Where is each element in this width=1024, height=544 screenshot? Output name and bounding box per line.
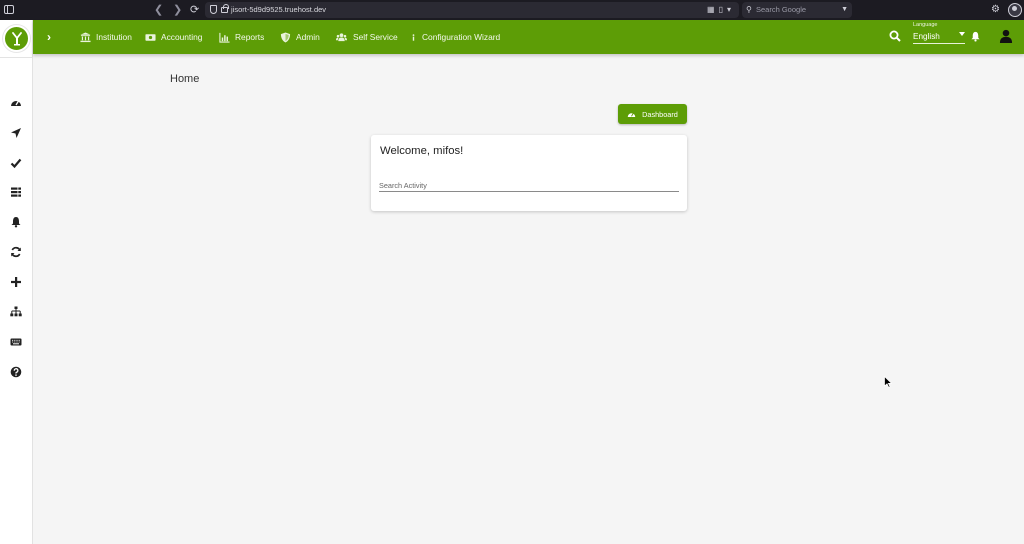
nav-label: Institution	[96, 32, 132, 42]
address-bar[interactable]: jisort-5d9d9525.truehost.dev ▦▯▾	[205, 2, 739, 18]
page-title: Home	[170, 73, 200, 85]
language-value: English	[913, 32, 940, 41]
back-icon[interactable]: ❮	[154, 3, 163, 17]
url-text[interactable]: jisort-5d9d9525.truehost.dev	[231, 4, 326, 16]
bell-icon[interactable]	[8, 214, 24, 230]
extensions-icon[interactable]: ⚙	[991, 4, 1000, 16]
app-sidebar	[0, 20, 33, 544]
caret-down-icon	[959, 32, 965, 36]
nav-label: Configuration Wizard	[422, 32, 501, 42]
qr-bookmark-icons[interactable]: ▦▯▾	[707, 4, 735, 16]
list-icon[interactable]	[8, 184, 24, 200]
tree-icon	[12, 32, 22, 46]
welcome-heading: Welcome, mifos!	[380, 145, 464, 157]
nav-label: Self Service	[353, 32, 398, 42]
nav-label: Accounting	[161, 32, 203, 42]
sitemap-icon[interactable]	[8, 304, 24, 320]
tracking-shield-icon[interactable]	[210, 5, 217, 14]
user-icon[interactable]	[999, 29, 1013, 43]
top-navigation: › Institution Accounting Reports Admin S…	[33, 20, 1024, 54]
money-icon	[145, 33, 156, 41]
plus-icon[interactable]	[8, 274, 24, 290]
help-icon[interactable]	[8, 364, 24, 380]
browser-search-placeholder: Search Google	[756, 5, 807, 14]
chart-icon	[219, 32, 230, 43]
mouse-cursor-icon	[884, 376, 892, 388]
sync-icon[interactable]	[8, 244, 24, 260]
search-activity-input[interactable]	[379, 175, 679, 192]
forward-icon[interactable]: ❯	[173, 3, 182, 17]
nav-label: Admin	[296, 32, 320, 42]
dashboard-icon	[627, 113, 636, 117]
language-label: Language	[913, 22, 938, 28]
search-icon[interactable]	[889, 30, 901, 42]
info-icon	[412, 33, 415, 41]
nav-configuration-wizard[interactable]: Configuration Wizard	[410, 29, 500, 45]
search-engine-icon: ⚲	[746, 5, 752, 14]
nav-reports[interactable]: Reports	[219, 29, 264, 45]
users-icon	[336, 32, 347, 41]
reload-icon[interactable]: ⟳	[190, 3, 199, 17]
shield-icon	[280, 31, 291, 43]
welcome-card: Welcome, mifos!	[371, 135, 687, 211]
nav-label: Reports	[235, 32, 265, 42]
nav-accounting[interactable]: Accounting	[145, 29, 202, 45]
dashboard-button[interactable]: Dashboard	[618, 104, 687, 124]
check-icon[interactable]	[8, 155, 24, 171]
chevron-right-icon[interactable]: ›	[47, 29, 51, 45]
keyboard-icon[interactable]	[8, 334, 24, 350]
nav-admin[interactable]: Admin	[280, 29, 320, 45]
notifications-bell-icon[interactable]	[970, 31, 981, 42]
account-icon[interactable]	[1008, 3, 1022, 17]
lock-icon[interactable]	[221, 4, 229, 13]
institution-icon	[80, 31, 91, 42]
browser-toolbar: ❮ ❯ ⟳ jisort-5d9d9525.truehost.dev ▦▯▾ ⚲…	[0, 0, 1024, 20]
logo[interactable]	[3, 25, 30, 52]
chevron-down-icon[interactable]: ▼	[841, 4, 848, 16]
dashboard-icon[interactable]	[8, 95, 24, 111]
browser-search-box[interactable]: ⚲ Search Google ▼	[742, 2, 852, 18]
navigation-icon[interactable]	[8, 125, 24, 141]
sidebar-divider	[0, 57, 33, 58]
language-select[interactable]: English	[913, 30, 965, 44]
nav-institution[interactable]: Institution	[80, 29, 132, 45]
nav-self-service[interactable]: Self Service	[335, 29, 398, 45]
dashboard-button-label: Dashboard	[642, 109, 678, 119]
sidebar-toggle-icon[interactable]	[4, 5, 14, 14]
